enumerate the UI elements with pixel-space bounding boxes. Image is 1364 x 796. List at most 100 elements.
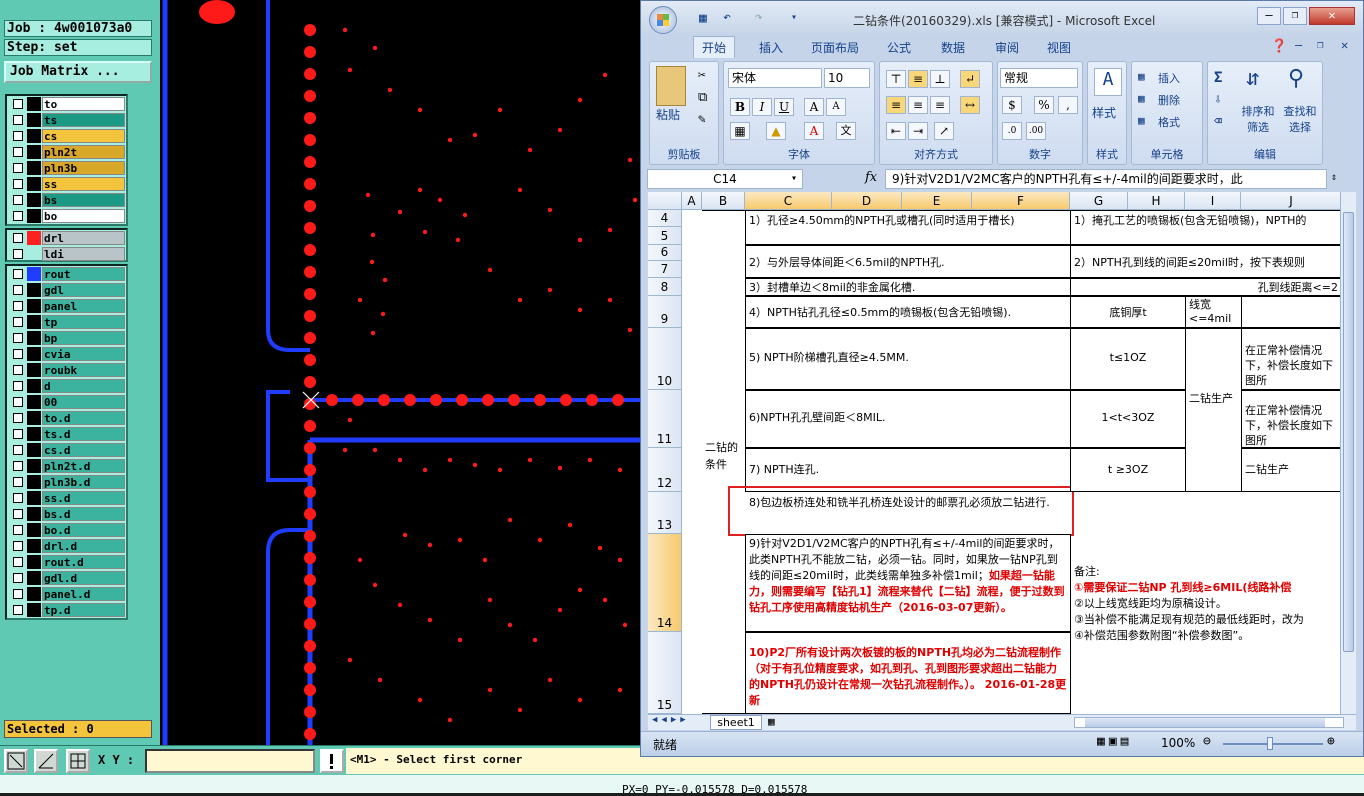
horizontal-scroll-thumb[interactable] bbox=[1085, 718, 1325, 727]
layer-row-ss[interactable]: ss bbox=[7, 176, 126, 192]
layer-checkbox[interactable] bbox=[13, 115, 23, 125]
zoom-box-button[interactable] bbox=[4, 749, 28, 773]
zoom-level[interactable]: 100% bbox=[1161, 736, 1195, 750]
cell-c14[interactable]: 9)针对V2D1/V2MC客户的NPTH孔有≤+/-4mil的间距要求时，此类N… bbox=[745, 534, 1071, 632]
close-button[interactable]: ✕ bbox=[1309, 7, 1355, 25]
autosum-icon[interactable]: Σ bbox=[1214, 70, 1222, 86]
layer-row-bo[interactable]: bo bbox=[7, 208, 126, 224]
layer-checkbox[interactable] bbox=[13, 349, 23, 359]
layer-name[interactable]: tp.d bbox=[42, 603, 125, 617]
find-icon[interactable]: ⚲ bbox=[1288, 66, 1304, 91]
italic-button[interactable]: I bbox=[752, 98, 772, 116]
font-size-select[interactable]: 10 bbox=[824, 68, 870, 88]
cell-j11[interactable]: 在正常补偿情况下，补偿长度如下图所 bbox=[1241, 390, 1340, 448]
row-header-15[interactable]: 15 bbox=[648, 632, 682, 714]
layer-name[interactable]: cs.d bbox=[42, 443, 125, 457]
layer-row-to.d[interactable]: to.d bbox=[7, 410, 126, 426]
layer-row-ts.d[interactable]: ts.d bbox=[7, 426, 126, 442]
layer-row-pln2t.d[interactable]: pln2t.d bbox=[7, 458, 126, 474]
layer-name[interactable]: cs bbox=[42, 129, 125, 143]
undo-icon[interactable]: ↶ bbox=[723, 10, 731, 25]
cut-icon[interactable]: ✂ bbox=[698, 68, 706, 83]
restore-button[interactable]: ❐ bbox=[1283, 7, 1307, 25]
column-header-C[interactable]: C bbox=[745, 192, 832, 210]
alert-button[interactable] bbox=[320, 749, 344, 773]
layer-checkbox[interactable] bbox=[13, 249, 23, 259]
layer-checkbox[interactable] bbox=[13, 233, 23, 243]
help-icon[interactable]: ❓ bbox=[1271, 39, 1287, 54]
layer-row-bs[interactable]: bs bbox=[7, 192, 126, 208]
layer-name[interactable]: ss.d bbox=[42, 491, 125, 505]
layer-checkbox[interactable] bbox=[13, 605, 23, 615]
cell-g12[interactable]: t ≥3OZ bbox=[1070, 448, 1186, 492]
row-header-13[interactable]: 13 bbox=[648, 492, 682, 534]
layer-checkbox[interactable] bbox=[13, 509, 23, 519]
layer-row-cvia[interactable]: cvia bbox=[7, 346, 126, 362]
tab-0[interactable]: 开始 bbox=[693, 36, 736, 58]
column-header-F[interactable]: F bbox=[972, 192, 1070, 210]
layer-row-bs.d[interactable]: bs.d bbox=[7, 506, 126, 522]
styles-icon[interactable]: A bbox=[1094, 68, 1122, 96]
layer-checkbox[interactable] bbox=[13, 461, 23, 471]
cell-c10[interactable]: 5) NPTH阶梯槽孔直径≥4.5MM. bbox=[745, 328, 1071, 390]
layer-name[interactable]: rout bbox=[42, 267, 125, 281]
layer-checkbox[interactable] bbox=[13, 445, 23, 455]
row-header-4[interactable]: 4 bbox=[648, 210, 682, 227]
layer-row-pln3b.d[interactable]: pln3b.d bbox=[7, 474, 126, 490]
layer-checkbox[interactable] bbox=[13, 211, 23, 221]
decrease-decimal-icon[interactable]: .00 bbox=[1026, 122, 1046, 140]
layer-checkbox[interactable] bbox=[13, 163, 23, 173]
layer-name[interactable]: bp bbox=[42, 331, 125, 345]
layer-checkbox[interactable] bbox=[13, 525, 23, 535]
layer-checkbox[interactable] bbox=[13, 195, 23, 205]
column-header-E[interactable]: E bbox=[902, 192, 972, 210]
align-center-icon[interactable]: ≡ bbox=[908, 96, 928, 114]
tab-1[interactable]: 插入 bbox=[759, 39, 783, 56]
sort-filter-icon[interactable]: ⇵ bbox=[1246, 66, 1259, 91]
layer-checkbox[interactable] bbox=[13, 541, 23, 551]
tab-2[interactable]: 页面布局 bbox=[811, 39, 859, 56]
layer-row-drl[interactable]: drl bbox=[7, 230, 126, 246]
layer-name[interactable]: panel bbox=[42, 299, 125, 313]
row-header-6[interactable]: 6 bbox=[648, 245, 682, 261]
column-header-G[interactable]: G bbox=[1070, 192, 1128, 210]
layer-checkbox[interactable] bbox=[13, 301, 23, 311]
layer-checkbox[interactable] bbox=[13, 269, 23, 279]
number-format-select[interactable]: 常规 bbox=[1000, 68, 1078, 88]
decrease-indent-icon[interactable]: ⇤ bbox=[886, 122, 906, 140]
layer-row-to[interactable]: to bbox=[7, 96, 126, 112]
column-header-J[interactable]: J bbox=[1241, 192, 1340, 210]
layer-row-ldi[interactable]: ldi bbox=[7, 246, 126, 262]
cell-j12[interactable]: 二钻生产 bbox=[1241, 448, 1340, 492]
sort-filter-button[interactable]: 排序和 筛选 bbox=[1238, 104, 1278, 136]
row-header-9[interactable]: 9 bbox=[648, 296, 682, 328]
row-header-12[interactable]: 12 bbox=[648, 448, 682, 492]
layer-checkbox[interactable] bbox=[13, 589, 23, 599]
layer-row-tp[interactable]: tp bbox=[7, 314, 126, 330]
cell-c8[interactable]: 3）封槽单边＜8mil的非金属化槽. bbox=[745, 278, 1071, 296]
doc-restore-icon[interactable]: ❐ bbox=[1317, 38, 1324, 51]
layer-name[interactable]: gdl.d bbox=[42, 571, 125, 585]
row-header-5[interactable]: 5 bbox=[648, 227, 682, 245]
name-box-dropdown-icon[interactable]: ▾ bbox=[791, 173, 797, 184]
border-icon[interactable]: ▦ bbox=[730, 122, 750, 140]
layer-checkbox[interactable] bbox=[13, 557, 23, 567]
vertical-scrollbar[interactable] bbox=[1340, 192, 1356, 714]
layer-row-drl.d[interactable]: drl.d bbox=[7, 538, 126, 554]
tab-4[interactable]: 数据 bbox=[941, 39, 965, 56]
layer-row-cs.d[interactable]: cs.d bbox=[7, 442, 126, 458]
layer-row-roubk[interactable]: roubk bbox=[7, 362, 126, 378]
align-bottom-icon[interactable]: ⊥ bbox=[930, 70, 950, 88]
find-select-button[interactable]: 查找和 选择 bbox=[1280, 104, 1320, 136]
office-button[interactable] bbox=[649, 6, 677, 34]
zoom-slider-handle[interactable] bbox=[1267, 737, 1273, 750]
bold-button[interactable]: B bbox=[730, 98, 750, 116]
layer-checkbox[interactable] bbox=[13, 333, 23, 343]
zoom-out-icon[interactable]: ⊖ bbox=[1203, 734, 1211, 749]
cell-g9[interactable]: 底铜厚t bbox=[1070, 296, 1186, 328]
layer-checkbox[interactable] bbox=[13, 365, 23, 375]
column-header-D[interactable]: D bbox=[832, 192, 902, 210]
xy-input[interactable] bbox=[145, 749, 315, 773]
layer-row-rout[interactable]: rout bbox=[7, 266, 126, 282]
layer-name[interactable]: bo.d bbox=[42, 523, 125, 537]
